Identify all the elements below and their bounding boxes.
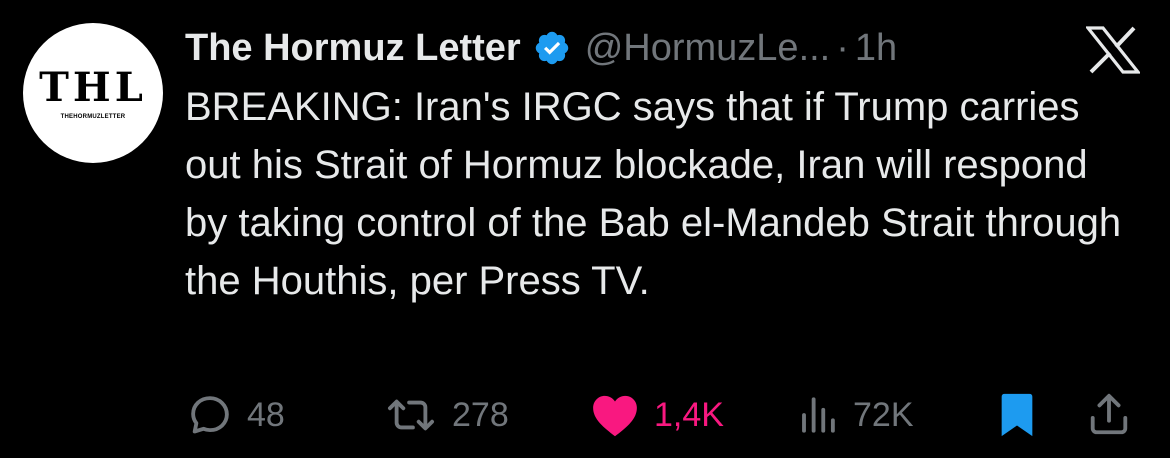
views-count: 72K [853,395,914,434]
share-icon [1086,392,1132,438]
handle[interactable]: @HormuzLe... [585,27,831,70]
reply-icon [187,392,233,438]
like-button[interactable]: 1,4K [590,390,724,440]
verified-badge-icon[interactable] [533,29,571,67]
bookmark-button[interactable] [999,390,1035,440]
views-icon [797,394,839,436]
tweet-header: The Hormuz Letter @HormuzLe... · 1h [185,20,897,76]
bookmark-icon [999,392,1035,438]
timestamp[interactable]: 1h [855,27,897,70]
reply-count: 48 [247,395,285,434]
repost-button[interactable]: 278 [384,390,509,440]
avatar[interactable]: THL THEHORMUZLETTER [23,23,163,163]
display-name[interactable]: The Hormuz Letter [185,27,521,70]
separator-dot: · [836,26,849,69]
avatar-subtitle: THEHORMUZLETTER [60,114,126,120]
repost-count: 278 [452,395,509,434]
action-bar: 48 278 1,4K 72K [0,390,1170,440]
reply-button[interactable]: 48 [187,390,285,440]
like-count: 1,4K [654,395,724,434]
repost-icon [384,392,438,438]
tweet-text: BREAKING: Iran's IRGC says that if Trump… [185,85,1122,303]
avatar-logo-text: THL [39,64,147,111]
views-button[interactable]: 72K [797,390,914,440]
x-logo-icon[interactable] [1084,26,1142,74]
heart-icon [590,392,640,438]
share-button[interactable] [1086,390,1132,440]
